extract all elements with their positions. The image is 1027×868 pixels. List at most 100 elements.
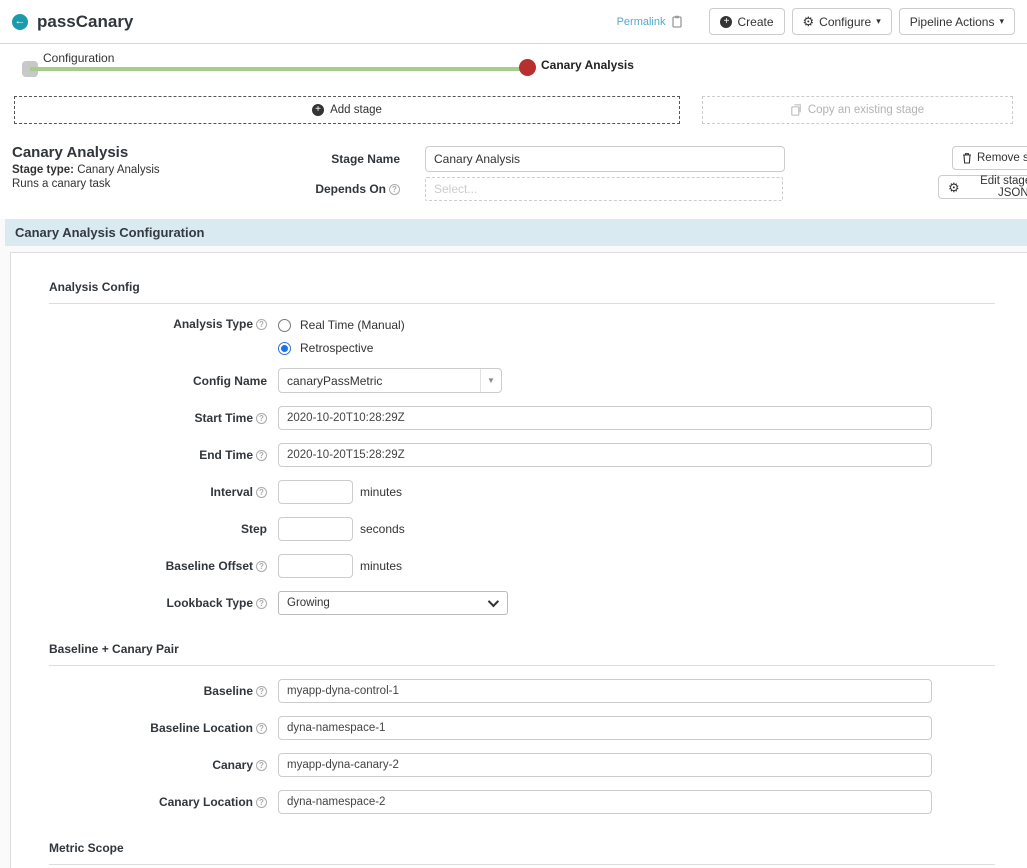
start-time-input[interactable] — [278, 406, 932, 430]
pipeline-actions-label: Pipeline Actions — [910, 15, 995, 29]
baseline-offset-label-text: Baseline Offset — [166, 559, 253, 573]
pipeline-title: passCanary — [37, 12, 133, 32]
help-icon[interactable]: ? — [256, 319, 267, 330]
plus-icon: + — [312, 104, 324, 116]
stage-name-label: Stage Name — [0, 152, 400, 166]
help-icon[interactable]: ? — [256, 413, 267, 424]
baseline-location-label: Baseline Location? — [49, 721, 278, 735]
canary-label: Canary? — [49, 758, 278, 772]
radio-retrospective[interactable]: Retrospective — [278, 341, 405, 355]
canary-input[interactable] — [278, 753, 932, 777]
caret-down-icon[interactable]: ▼ — [480, 369, 501, 392]
interval-input[interactable] — [278, 480, 353, 504]
baseline-offset-input[interactable] — [278, 554, 353, 578]
canary-analysis-stage-node[interactable] — [519, 59, 536, 76]
analysis-type-label-text: Analysis Type — [173, 317, 253, 331]
remove-stage-label: Remove stage — [977, 152, 1027, 164]
caret-down-icon: ▾ — [999, 16, 1004, 27]
edit-stage-json-label: Edit stage as JSON — [965, 175, 1027, 199]
caret-down-icon: ▾ — [876, 16, 881, 27]
baseline-label: Baseline? — [49, 684, 278, 698]
depends-on-placeholder: Select... — [434, 182, 477, 196]
gear-icon: ⚙ — [803, 15, 815, 28]
section-heading: Canary Analysis Configuration — [5, 219, 1027, 246]
step-input[interactable] — [278, 517, 353, 541]
create-button[interactable]: + Create — [709, 8, 784, 35]
help-icon[interactable]: ? — [256, 723, 267, 734]
stage-connector-line — [30, 67, 534, 71]
baseline-location-label-text: Baseline Location — [150, 721, 253, 735]
gear-icon: ⚙ — [948, 181, 960, 194]
lookback-type-value: Growing — [287, 597, 488, 609]
baseline-offset-label: Baseline Offset? — [49, 559, 278, 573]
config-name-select[interactable]: canaryPassMetric ▼ — [278, 368, 502, 393]
pipeline-actions-button[interactable]: Pipeline Actions ▾ — [899, 8, 1015, 35]
canary-location-label: Canary Location? — [49, 795, 278, 809]
config-name-value: canaryPassMetric — [279, 369, 480, 392]
copy-existing-stage-button[interactable]: Copy an existing stage — [702, 96, 1013, 124]
add-stage-label: Add stage — [330, 104, 382, 116]
canary-location-input[interactable] — [278, 790, 932, 814]
help-icon[interactable]: ? — [389, 184, 400, 195]
interval-label: Interval? — [49, 485, 278, 499]
analysis-type-label: Analysis Type? — [49, 317, 278, 331]
configuration-stage-label[interactable]: Configuration — [43, 51, 114, 65]
permalink-link[interactable]: Permalink — [617, 16, 666, 28]
radio-checked-icon[interactable] — [278, 342, 291, 355]
baseline-offset-unit: minutes — [360, 559, 402, 573]
help-icon[interactable]: ? — [256, 487, 267, 498]
edit-stage-json-button[interactable]: ⚙ Edit stage as JSON — [938, 175, 1027, 199]
back-arrow-icon[interactable]: ← — [12, 14, 28, 30]
plus-icon: + — [720, 16, 732, 28]
app-header: ← passCanary Permalink + Create ⚙ Config… — [0, 0, 1027, 44]
stage-name-input[interactable] — [425, 146, 785, 172]
help-icon[interactable]: ? — [256, 760, 267, 771]
baseline-label-text: Baseline — [204, 684, 253, 698]
copy-existing-stage-label: Copy an existing stage — [808, 104, 924, 116]
help-icon[interactable]: ? — [256, 598, 267, 609]
baseline-input[interactable] — [278, 679, 932, 703]
remove-stage-button[interactable]: Remove stage — [952, 146, 1027, 170]
chevron-down-icon — [488, 596, 499, 607]
radio-real-time[interactable]: Real Time (Manual) — [278, 318, 405, 332]
divider — [49, 864, 995, 865]
clipboard-icon[interactable] — [672, 15, 684, 28]
canary-label-text: Canary — [212, 758, 253, 772]
start-time-label: Start Time? — [49, 411, 278, 425]
help-icon[interactable]: ? — [256, 797, 267, 808]
baseline-canary-pair-title: Baseline + Canary Pair — [49, 615, 995, 656]
interval-unit: minutes — [360, 485, 402, 499]
stage-toolbar: + Add stage Copy an existing stage — [14, 96, 1013, 124]
config-panel: Analysis Config Analysis Type? Real Time… — [10, 252, 1027, 868]
depends-on-label: Depends On? — [0, 182, 400, 196]
start-time-label-text: Start Time — [195, 411, 253, 425]
end-time-input[interactable] — [278, 443, 932, 467]
trash-icon — [962, 152, 972, 164]
help-icon[interactable]: ? — [256, 561, 267, 572]
step-unit: seconds — [360, 522, 405, 536]
canary-config-area: Canary Analysis Configuration Analysis C… — [0, 219, 1027, 868]
configure-button[interactable]: ⚙ Configure ▾ — [792, 8, 892, 35]
lookback-type-label: Lookback Type? — [49, 596, 278, 610]
interval-label-text: Interval — [210, 485, 253, 499]
help-icon[interactable]: ? — [256, 450, 267, 461]
pipeline-graph: Configuration Canary Analysis — [14, 44, 1013, 94]
analysis-type-radio-group: Real Time (Manual) Retrospective — [278, 317, 405, 364]
radio-retrospective-label: Retrospective — [300, 341, 373, 355]
create-button-label: Create — [737, 15, 773, 29]
config-name-label: Config Name — [49, 374, 278, 388]
add-stage-button[interactable]: + Add stage — [14, 96, 680, 124]
baseline-location-input[interactable] — [278, 716, 932, 740]
depends-on-label-text: Depends On — [315, 182, 386, 196]
depends-on-select[interactable]: Select... — [425, 177, 783, 201]
help-icon[interactable]: ? — [256, 686, 267, 697]
end-time-label: End Time? — [49, 448, 278, 462]
divider — [49, 665, 995, 666]
analysis-config-title: Analysis Config — [49, 253, 995, 294]
lookback-type-select[interactable]: Growing — [278, 591, 508, 615]
radio-real-time-label: Real Time (Manual) — [300, 318, 405, 332]
canary-location-label-text: Canary Location — [159, 795, 253, 809]
radio-unchecked-icon[interactable] — [278, 319, 291, 332]
canary-analysis-stage-label[interactable]: Canary Analysis — [541, 58, 634, 72]
configure-button-label: Configure — [819, 15, 871, 29]
